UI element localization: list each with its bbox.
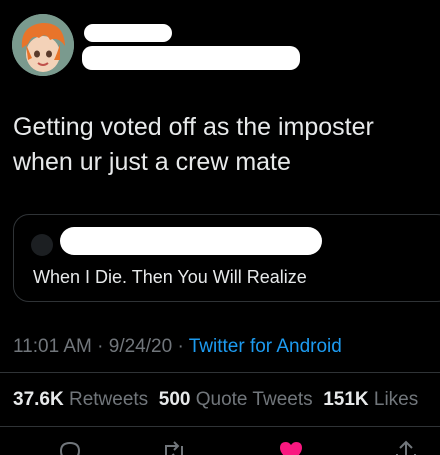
reply-icon: [59, 441, 81, 455]
redaction-mark: [84, 24, 172, 42]
quote-tweets-label: Quote Tweets: [195, 389, 313, 410]
tweet-time[interactable]: 11:01 AM: [13, 336, 92, 357]
heart-icon: [280, 442, 302, 455]
retweet-button[interactable]: [160, 438, 188, 455]
tweet-action-bar: [0, 438, 440, 455]
likes-count: 151K: [323, 389, 369, 410]
retweets-stat[interactable]: 37.6K Retweets: [13, 389, 148, 410]
share-button[interactable]: [392, 438, 420, 455]
tweet-text: Getting voted off as the imposter when u…: [13, 113, 374, 176]
divider: [0, 426, 440, 427]
meta-separator: ·: [91, 336, 109, 357]
redaction-mark: [60, 227, 322, 255]
quoted-tweet-text: When I Die. Then You Will Realize: [33, 267, 307, 287]
quote-tweets-stat[interactable]: 500 Quote Tweets: [159, 389, 313, 410]
divider: [0, 372, 440, 373]
tweet-date[interactable]: 9/24/20: [109, 336, 172, 357]
share-icon: [396, 440, 416, 455]
tweet-stats: 37.6K Retweets 500 Quote Tweets 151K Lik…: [13, 389, 418, 411]
reply-button[interactable]: [56, 438, 84, 455]
tweet-source-link[interactable]: Twitter for Android: [189, 336, 342, 357]
retweet-icon: [165, 441, 183, 455]
redaction-mark: [82, 46, 300, 70]
retweets-label: Retweets: [68, 389, 149, 410]
quoted-tweet-card[interactable]: When I Die. Then You Will Realize: [13, 214, 440, 302]
author-avatar[interactable]: [12, 14, 74, 76]
quoted-author-avatar: [31, 234, 53, 256]
tweet-meta: 11:01 AM · 9/24/20 · Twitter for Android: [13, 336, 342, 358]
avatar-image: [12, 14, 74, 76]
likes-stat[interactable]: 151K Likes: [323, 389, 418, 410]
quote-tweets-count: 500: [158, 389, 191, 410]
like-button[interactable]: [277, 438, 305, 455]
meta-separator: ·: [172, 336, 189, 357]
retweets-count: 37.6K: [13, 389, 64, 410]
likes-label: Likes: [373, 389, 419, 410]
